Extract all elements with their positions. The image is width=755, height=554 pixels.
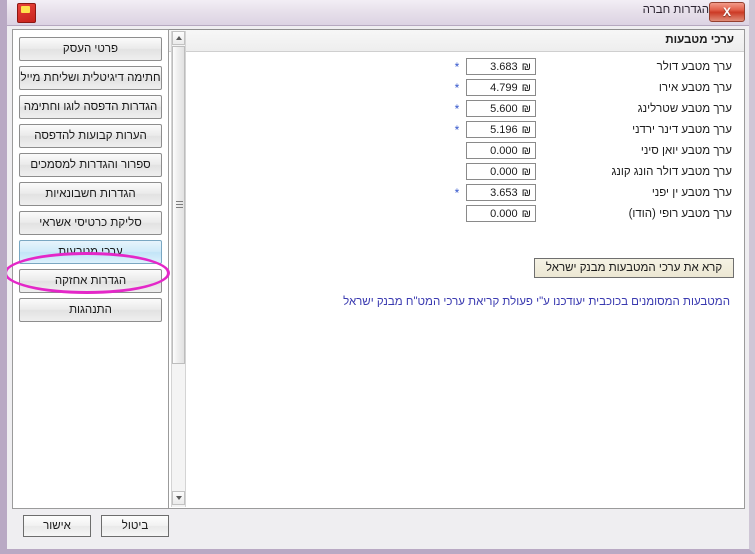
currency-row: ערך מטבע אירו ₪ 4.799 * — [190, 77, 744, 98]
sidebar-item-7[interactable]: ערכי מטבעות — [19, 240, 162, 264]
scrollbar-thumb[interactable] — [172, 46, 185, 364]
shekel-symbol-icon: ₪ — [522, 103, 531, 115]
settings-sidebar: פרטי העסק חתימה דיגיטלית ושליחת מייל הגדרו… — [12, 29, 169, 509]
currency-rate-value: 4.799 — [490, 82, 518, 94]
currency-rate-input[interactable]: ₪ 5.196 — [466, 121, 536, 138]
currency-row-label: ערך מטבע יואן סיני — [536, 145, 744, 157]
currency-rate-input[interactable]: ₪ 0.000 — [466, 142, 536, 159]
vertical-scrollbar[interactable] — [171, 31, 186, 507]
shekel-symbol-icon: ₪ — [522, 145, 531, 157]
shekel-symbol-icon: ₪ — [522, 82, 531, 94]
currency-row-label: ערך מטבע שטרלינג — [536, 103, 744, 115]
currency-rate-input[interactable]: ₪ 3.683 — [466, 58, 536, 75]
dialog-window: הגדרות חברה X ערכי מטבעות ערך מטבע דולר₪… — [0, 0, 755, 554]
currency-rate-value: 0.000 — [490, 208, 518, 220]
currency-rate-input[interactable]: ₪ 0.000 — [466, 205, 536, 222]
sidebar-item-5[interactable]: הגדרות חשבונאיות — [19, 182, 162, 206]
currency-row: ערך מטבע יואן סיני₪0.000* — [190, 140, 744, 161]
sidebar-item-list: פרטי העסק חתימה דיגיטלית ושליחת מייל הגדרו… — [19, 37, 162, 327]
currency-settings-panel: ערכי מטבעות ערך מטבע דולר₪3.683*ערך מטבע… — [167, 29, 745, 509]
currency-row: ערך מטבע דינר ירדני ₪ 5.196 * — [190, 119, 744, 140]
dialog-client-area: ערכי מטבעות ערך מטבע דולר₪3.683*ערך מטבע… — [7, 26, 749, 549]
auto-update-asterisk-icon: * — [452, 125, 462, 135]
title-bar: הגדרות חברה X — [7, 0, 749, 26]
shekel-symbol-icon: ₪ — [522, 208, 531, 220]
currency-rate-input[interactable]: ₪ 4.799 — [466, 79, 536, 96]
sidebar-item-2[interactable]: הגדרות הדפסה לוגו וחתימה — [19, 95, 162, 119]
currency-row-label: ערך מטבע ין יפני — [536, 187, 744, 199]
asterisk-note: המטבעות המסומנים בכוכבית יעודכנו ע"י פעו… — [343, 296, 730, 308]
shekel-symbol-icon: ₪ — [522, 166, 531, 178]
sidebar-item-1[interactable]: חתימה דיגיטלית ושליחת מייל — [19, 66, 162, 90]
sidebar-item-0[interactable]: פרטי העסק — [19, 37, 162, 61]
currency-rate-input[interactable]: ₪ 0.000 — [466, 163, 536, 180]
currency-row: ערך מטבע דולר ₪ 3.683 * — [190, 56, 744, 77]
auto-update-asterisk-icon: * — [452, 104, 462, 114]
currency-row: ערך מטבע ין יפני ₪ 3.653 * — [190, 182, 744, 203]
dialog-footer: ביטול אישור — [7, 507, 749, 547]
sidebar-item-8[interactable]: הגדרות אחזקה — [19, 269, 162, 293]
ok-button[interactable]: אישור — [23, 515, 91, 537]
currency-rate-value: 0.000 — [490, 166, 518, 178]
sidebar-item-3[interactable]: הערות קבועות להדפסה — [19, 124, 162, 148]
page-title: ערכי מטבעות — [665, 34, 734, 46]
currency-row: ערך מטבע דולר הונג קונג₪0.000* — [190, 161, 744, 182]
currency-row-label: ערך מטבע אירו — [536, 82, 744, 94]
currency-rate-value: 0.000 — [490, 145, 518, 157]
currency-rate-value: 5.600 — [490, 103, 518, 115]
shekel-symbol-icon: ₪ — [522, 124, 531, 136]
cancel-button[interactable]: ביטול — [101, 515, 169, 537]
scrollbar-grip-icon — [176, 201, 183, 209]
currency-rows: ערך מטבע דולר ₪ 3.683 * ערך מטבע אירו ₪ 4.799 *… — [190, 56, 744, 224]
window-title: הגדרות חברה — [643, 4, 709, 16]
currency-row-label: ערך מטבע דינר ירדני — [536, 124, 744, 136]
currency-rate-value: 5.196 — [490, 124, 518, 136]
app-icon — [17, 3, 36, 23]
scroll-up-arrow-icon[interactable] — [172, 31, 185, 45]
currency-rate-value: 3.653 — [490, 187, 518, 199]
close-icon[interactable]: X — [709, 2, 745, 22]
currency-row: ערך מטבע רופי (הודו)₪0.000* — [190, 203, 744, 224]
currency-rate-input[interactable]: ₪ 5.600 — [466, 100, 536, 117]
auto-update-asterisk-icon: * — [452, 62, 462, 72]
auto-update-asterisk-icon: * — [452, 83, 462, 93]
currency-row-label: ערך מטבע דולר הונג קונג — [536, 166, 744, 178]
scroll-down-arrow-icon[interactable] — [172, 491, 185, 505]
currency-row-label: ערך מטבע רופי (הודו) — [536, 208, 744, 220]
currency-row: ערך מטבע שטרלינג ₪ 5.600 * — [190, 98, 744, 119]
sidebar-item-4[interactable]: ספרור והגדרות למסמכים — [19, 153, 162, 177]
shekel-symbol-icon: ₪ — [522, 187, 531, 199]
read-rates-from-boi-button[interactable]: קרא את ערכי המטבעות מבנק ישראל — [534, 258, 734, 278]
panel-header: ערכי מטבעות — [168, 30, 744, 52]
currency-rate-input[interactable]: ₪ 3.653 — [466, 184, 536, 201]
currency-row-label: ערך מטבע דולר — [536, 61, 744, 73]
auto-update-asterisk-icon: * — [452, 188, 462, 198]
currency-rate-value: 3.683 — [490, 61, 518, 73]
sidebar-item-6[interactable]: סליקת כרטיסי אשראי — [19, 211, 162, 235]
sidebar-item-9[interactable]: התנהגות — [19, 298, 162, 322]
shekel-symbol-icon: ₪ — [522, 61, 531, 73]
